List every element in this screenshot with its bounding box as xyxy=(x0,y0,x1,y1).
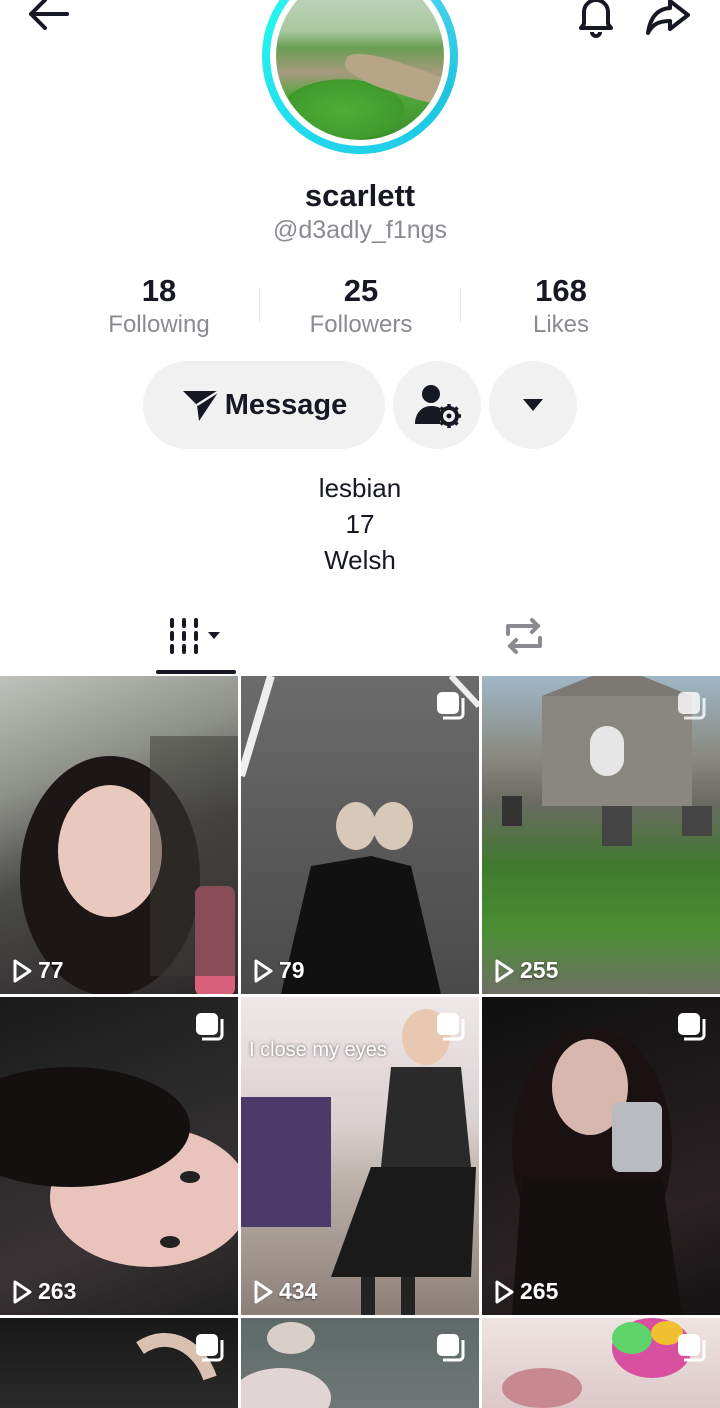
share-icon xyxy=(646,0,690,35)
view-count: 255 xyxy=(494,957,558,984)
following-stat[interactable]: 18 Following xyxy=(59,272,259,340)
multi-photo-icon xyxy=(678,1013,706,1041)
share-button[interactable] xyxy=(640,0,696,40)
play-icon xyxy=(13,1280,32,1303)
arrow-left-icon xyxy=(29,0,69,30)
bio: lesbian 17 Welsh xyxy=(0,470,720,578)
multi-photo-icon xyxy=(196,1334,224,1362)
play-icon xyxy=(254,959,273,982)
repost-icon xyxy=(506,618,542,654)
active-tab-indicator xyxy=(156,670,236,674)
bell-icon xyxy=(579,0,613,38)
likes-count: 168 xyxy=(535,273,587,308)
multi-photo-icon xyxy=(678,692,706,720)
avatar xyxy=(276,0,444,140)
multi-photo-icon xyxy=(437,692,465,720)
following-count: 18 xyxy=(141,273,177,308)
play-icon xyxy=(495,959,514,982)
likes-label: Likes xyxy=(532,311,590,338)
view-count: 265 xyxy=(494,1278,558,1305)
followers-count: 25 xyxy=(343,273,379,308)
following-label: Following xyxy=(108,311,210,338)
bio-line: Welsh xyxy=(324,545,396,575)
back-button[interactable] xyxy=(22,0,74,36)
person-gear-icon xyxy=(415,385,461,428)
play-icon xyxy=(13,959,32,982)
video-thumbnail[interactable]: 263 xyxy=(0,997,238,1315)
video-thumbnail[interactable] xyxy=(482,1318,720,1408)
grid-bars-icon xyxy=(170,618,220,654)
caret-down-icon xyxy=(523,399,543,411)
multi-photo-icon xyxy=(437,1013,465,1041)
multi-photo-icon xyxy=(437,1334,465,1362)
username-handle: @d3adly_f1ngs xyxy=(272,216,448,244)
likes-stat[interactable]: 168 Likes xyxy=(461,272,661,340)
send-icon xyxy=(182,389,220,421)
video-thumbnail[interactable]: 79 xyxy=(241,676,479,994)
multi-photo-icon xyxy=(196,1013,224,1041)
video-thumbnail[interactable] xyxy=(0,1318,238,1408)
view-count: 79 xyxy=(253,957,305,984)
display-name: scarlett xyxy=(304,178,416,213)
profile-stats: 18 Following 25 Followers 168 Likes xyxy=(0,272,720,344)
view-count: 77 xyxy=(12,957,64,984)
play-icon xyxy=(495,1280,514,1303)
tab-videos[interactable] xyxy=(156,600,236,672)
play-icon xyxy=(254,1280,273,1303)
followers-label: Followers xyxy=(309,311,413,338)
video-thumbnail[interactable]: 265 xyxy=(482,997,720,1315)
video-thumbnail[interactable]: 255 xyxy=(482,676,720,994)
more-options-button[interactable] xyxy=(489,361,577,449)
video-thumbnail[interactable] xyxy=(241,1318,479,1408)
divider xyxy=(259,288,260,322)
video-thumbnail[interactable]: I close my eyes 434 xyxy=(241,997,479,1315)
bio-line: lesbian xyxy=(318,473,402,503)
avatar-ring[interactable] xyxy=(262,0,458,154)
bio-line: 17 xyxy=(345,509,375,539)
friend-settings-button[interactable] xyxy=(393,361,481,449)
followers-stat[interactable]: 25 Followers xyxy=(261,272,461,340)
message-button[interactable]: Message xyxy=(143,361,385,449)
message-label: Message xyxy=(224,388,348,421)
notifications-button[interactable] xyxy=(570,0,622,40)
video-caption: I close my eyes xyxy=(249,1039,387,1061)
video-thumbnail[interactable]: 77 xyxy=(0,676,238,994)
profile-tabs xyxy=(0,600,720,676)
view-count: 434 xyxy=(253,1278,317,1305)
multi-photo-icon xyxy=(678,1334,706,1362)
view-count: 263 xyxy=(12,1278,76,1305)
tab-reposts[interactable] xyxy=(486,600,562,672)
